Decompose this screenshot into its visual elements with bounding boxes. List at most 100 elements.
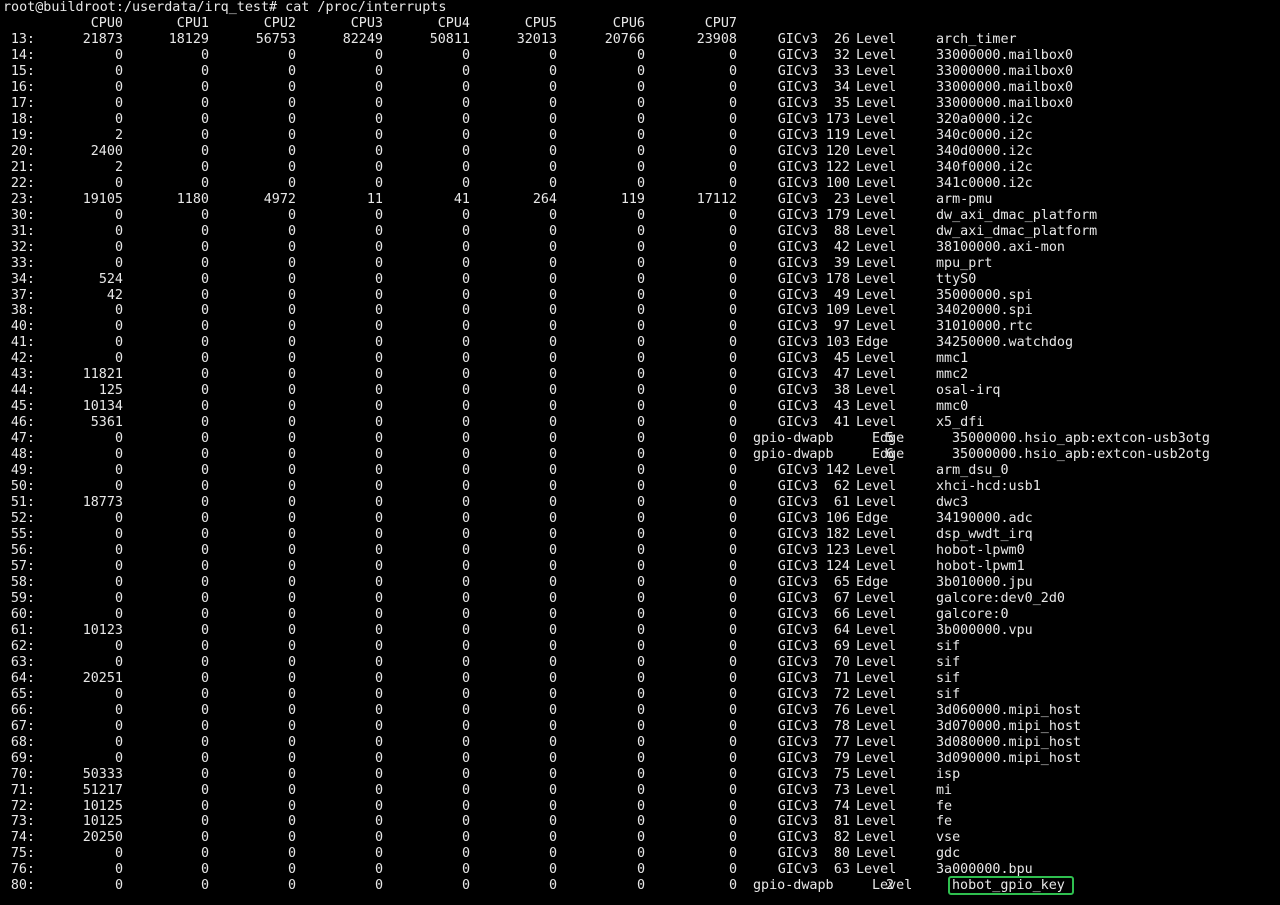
device-name: dw_axi_dmac_platform [936, 223, 1098, 239]
cpu3-count: 0 [374, 702, 383, 718]
cpu0-count: 125 [98, 383, 123, 399]
cpu7-count: 0 [728, 463, 737, 479]
cpu0-count: 0 [114, 590, 123, 606]
device-name: sif [936, 670, 961, 686]
cpu6-count: 0 [636, 622, 645, 638]
cpu7-count: 0 [728, 638, 737, 654]
cpu3-count: 0 [374, 63, 383, 79]
command-line: root@buildroot:/userdata/irq_test# cat /… [3, 0, 446, 16]
cpu4-count: 0 [461, 47, 470, 63]
trigger-type: Level [856, 47, 897, 63]
cpu3-count: 0 [374, 862, 383, 878]
cpu3-count: 0 [374, 830, 383, 846]
cpu0-count: 0 [114, 223, 123, 239]
cpu1-count: 0 [200, 846, 209, 862]
cpu6-count: 0 [636, 606, 645, 622]
cpu0-count: 10125 [82, 814, 123, 830]
cpu0-count: 20251 [82, 670, 123, 686]
cpu7-count: 0 [728, 399, 737, 415]
cpu6-count: 0 [636, 814, 645, 830]
interrupt-row: 38: 0 0 0 0 0 0 0 0 GICv3 109 Level 34020000.spi [0, 303, 1280, 319]
cpu4-count: 0 [461, 846, 470, 862]
cpu5-count: 0 [548, 303, 557, 319]
interrupt-row: 58: 0 0 0 0 0 0 0 0 GICv3 65 Edge 3b010000.jpu [0, 575, 1280, 591]
irq-chip: GICv3 [777, 702, 818, 718]
cpu6-count: 0 [636, 383, 645, 399]
cpu0-count: 0 [114, 862, 123, 878]
cpu2-count: 0 [287, 95, 296, 111]
device-name: dsp_wwdt_irq [936, 527, 1033, 543]
cpu1-count: 0 [200, 399, 209, 415]
device-name: 3b000000.vpu [936, 622, 1033, 638]
irq-number: 65: [10, 686, 35, 702]
device-name: xhci-hcd:usb1 [936, 479, 1041, 495]
hw-irq: 43 [833, 399, 850, 415]
irq-chip: GICv3 [777, 383, 818, 399]
irq-chip: GICv3 [777, 862, 818, 878]
cpu6-count: 0 [636, 239, 645, 255]
cpu4-count: 0 [461, 798, 470, 814]
cpu3-count: 0 [374, 255, 383, 271]
cpu6-count: 0 [636, 47, 645, 63]
interrupt-row: 70: 50333 0 0 0 0 0 0 0 GICv3 75 Level isp [0, 767, 1280, 783]
cpu4-count: 0 [461, 878, 470, 894]
cpu-header: CPU6 [612, 16, 645, 31]
trigger-type: Level [856, 830, 897, 846]
cpu7-count: 0 [728, 127, 737, 143]
interrupt-row: 44: 125 0 0 0 0 0 0 0 GICv3 38 Level osal-irq [0, 383, 1280, 399]
cpu1-count: 0 [200, 686, 209, 702]
cpu3-count: 0 [374, 95, 383, 111]
irq-number: 43: [10, 367, 35, 383]
cpu5-count: 0 [548, 143, 557, 159]
irq-chip: GICv3 [777, 830, 818, 846]
trigger-type: Edge [872, 431, 905, 447]
hw-irq: 75 [833, 766, 850, 782]
hw-irq: 119 [825, 127, 850, 143]
cpu0-count: 51217 [82, 782, 123, 798]
cpu1-count: 0 [200, 319, 209, 335]
cpu4-count: 41 [453, 191, 470, 207]
cpu3-count: 0 [374, 686, 383, 702]
cpu2-count: 0 [287, 862, 296, 878]
interrupt-row: 64: 20251 0 0 0 0 0 0 0 GICv3 71 Level sif [0, 671, 1280, 687]
cpu4-count: 0 [461, 766, 470, 782]
cpu2-count: 0 [287, 47, 296, 63]
terminal-window[interactable]: root@buildroot:/userdata/irq_test# cat /… [0, 0, 1280, 905]
irq-chip: GICv3 [777, 207, 818, 223]
trigger-type: Level [856, 670, 897, 686]
cpu7-count: 0 [728, 686, 737, 702]
trigger-type: Level [856, 782, 897, 798]
irq-chip: GICv3 [777, 558, 818, 574]
device-name: 340c0000.i2c [936, 127, 1033, 143]
device-name: dw_axi_dmac_platform [936, 207, 1098, 223]
cpu4-count: 0 [461, 622, 470, 638]
irq-chip: GICv3 [777, 670, 818, 686]
cpu3-count: 0 [374, 638, 383, 654]
irq-number: 57: [10, 558, 35, 574]
cpu1-count: 0 [200, 670, 209, 686]
trigger-type: Level [856, 159, 897, 175]
cpu5-count: 0 [548, 223, 557, 239]
cpu3-count: 0 [374, 175, 383, 191]
trigger-type: Level [856, 638, 897, 654]
cpu5-count: 0 [548, 479, 557, 495]
cpu3-count: 0 [374, 47, 383, 63]
hw-irq: 35 [833, 95, 850, 111]
interrupt-row: 17: 0 0 0 0 0 0 0 0 GICv3 35 Level 33000000.mailbox0 [0, 96, 1280, 112]
cpu4-count: 0 [461, 814, 470, 830]
cpu1-count: 0 [200, 606, 209, 622]
interrupt-row: 72: 10125 0 0 0 0 0 0 0 GICv3 74 Level fe [0, 799, 1280, 815]
hw-irq: 120 [825, 143, 850, 159]
irq-number: 52: [10, 511, 35, 527]
device-name: isp [936, 766, 961, 782]
irq-chip: GICv3 [777, 223, 818, 239]
irq-number: 61: [10, 622, 35, 638]
cpu2-count: 0 [287, 590, 296, 606]
cpu1-count: 0 [200, 159, 209, 175]
trigger-type: Level [856, 175, 897, 191]
cpu5-count: 0 [548, 239, 557, 255]
cpu5-count: 0 [548, 750, 557, 766]
cpu6-count: 0 [636, 846, 645, 862]
cpu2-count: 0 [287, 79, 296, 95]
cpu2-count: 0 [287, 239, 296, 255]
